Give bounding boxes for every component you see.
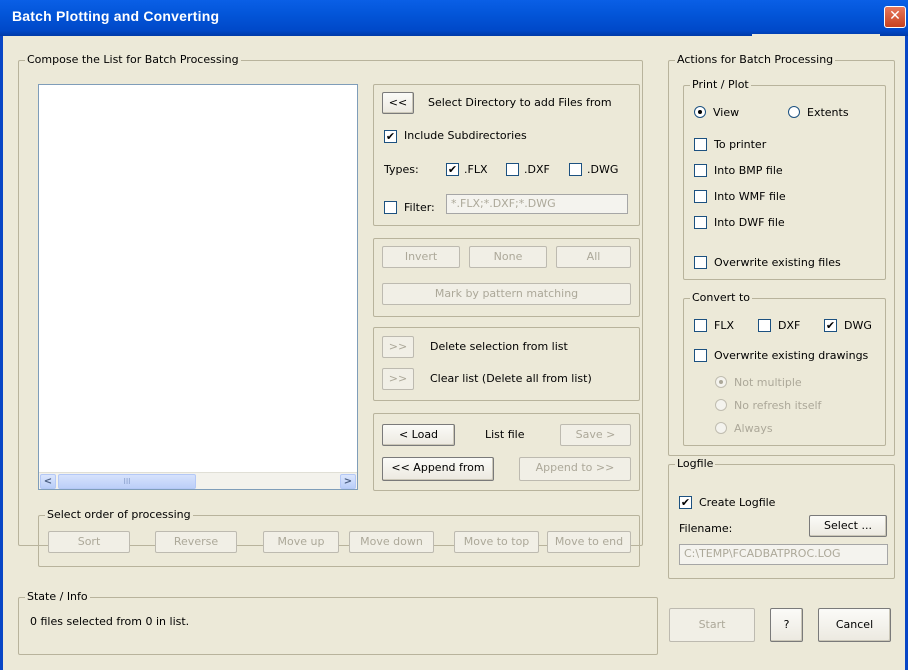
not-multiple-radio[interactable] [715, 376, 727, 388]
select-directory-label: Select Directory to add Files from [428, 96, 612, 109]
to-printer-checkbox[interactable] [694, 138, 707, 151]
filter-input[interactable]: *.FLX;*.DXF;*.DWG [446, 194, 628, 214]
move-down-button[interactable]: Move down [349, 531, 434, 553]
title-bar: Batch Plotting and Converting ✕ [0, 0, 908, 36]
view-label: View [713, 106, 740, 119]
clear-list-label: Clear list (Delete all from list) [430, 372, 592, 385]
filter-label: Filter: [404, 201, 435, 214]
print-plot-legend: Print / Plot [690, 78, 751, 91]
type-flx-label: .FLX [464, 163, 488, 176]
filename-label: Filename: [679, 522, 733, 535]
include-subdirs-label: Include Subdirectories [404, 129, 527, 142]
convert-dwg-label: DWG [844, 319, 872, 332]
types-label: Types: [384, 163, 419, 176]
scroll-thumb[interactable]: III [58, 474, 196, 489]
move-to-top-button[interactable]: Move to top [454, 531, 539, 553]
create-logfile-label: Create Logfile [699, 496, 776, 509]
overwrite-drawings-checkbox[interactable] [694, 349, 707, 362]
into-dwf-checkbox[interactable] [694, 216, 707, 229]
select-logfile-button[interactable]: Select ... [809, 515, 887, 537]
type-dwg-label: .DWG [587, 163, 619, 176]
file-listbox[interactable]: < III > [38, 84, 358, 490]
save-button[interactable]: Save > [560, 424, 631, 446]
convert-flx-checkbox[interactable] [694, 319, 707, 332]
to-printer-label: To printer [714, 138, 767, 151]
extents-label: Extents [807, 106, 849, 119]
convert-flx-label: FLX [714, 319, 734, 332]
append-from-button[interactable]: << Append from [382, 457, 494, 481]
into-dwf-label: Into DWF file [714, 216, 785, 229]
into-wmf-label: Into WMF file [714, 190, 786, 203]
convert-dxf-label: DXF [778, 319, 801, 332]
not-multiple-label: Not multiple [734, 376, 802, 389]
reverse-button[interactable]: Reverse [155, 531, 237, 553]
compose-legend: Compose the List for Batch Processing [25, 53, 241, 66]
always-label: Always [734, 422, 773, 435]
clear-list-button[interactable]: >> [382, 368, 414, 390]
no-refresh-radio[interactable] [715, 399, 727, 411]
move-to-end-button[interactable]: Move to end [547, 531, 631, 553]
overwrite-files-checkbox[interactable] [694, 256, 707, 269]
delete-selection-button[interactable]: >> [382, 336, 414, 358]
no-refresh-label: No refresh itself [734, 399, 822, 412]
type-flx-checkbox[interactable]: ✔ [446, 163, 459, 176]
view-radio[interactable] [694, 106, 706, 118]
select-directory-button[interactable]: << [382, 92, 414, 114]
delete-selection-label: Delete selection from list [430, 340, 568, 353]
dialog-client: Compose the List for Batch Processing < … [0, 36, 908, 670]
filter-checkbox[interactable] [384, 201, 397, 214]
extents-radio[interactable] [788, 106, 800, 118]
logfile-legend: Logfile [675, 457, 716, 470]
invert-button[interactable]: Invert [382, 246, 460, 268]
into-bmp-checkbox[interactable] [694, 164, 707, 177]
overwrite-drawings-label: Overwrite existing drawings [714, 349, 869, 362]
type-dwg-checkbox[interactable] [569, 163, 582, 176]
window-title: Batch Plotting and Converting [12, 8, 220, 24]
convert-dwg-checkbox[interactable]: ✔ [824, 319, 837, 332]
list-hscrollbar[interactable]: < III > [39, 472, 357, 489]
help-button[interactable]: ? [770, 608, 803, 642]
list-file-label: List file [485, 428, 525, 441]
scroll-right-icon[interactable]: > [340, 474, 356, 489]
load-button[interactable]: < Load [382, 424, 455, 446]
type-dxf-label: .DXF [524, 163, 550, 176]
actions-legend: Actions for Batch Processing [675, 53, 836, 66]
into-wmf-checkbox[interactable] [694, 190, 707, 203]
state-info-legend: State / Info [25, 590, 90, 603]
overwrite-files-label: Overwrite existing files [714, 256, 841, 269]
into-bmp-label: Into BMP file [714, 164, 783, 177]
order-legend: Select order of processing [45, 508, 193, 521]
cancel-button[interactable]: Cancel [818, 608, 891, 642]
status-message: 0 files selected from 0 in list. [30, 615, 190, 628]
start-button[interactable]: Start [669, 608, 755, 642]
none-button[interactable]: None [469, 246, 547, 268]
all-button[interactable]: All [556, 246, 631, 268]
close-button[interactable]: ✕ [884, 6, 906, 28]
create-logfile-checkbox[interactable]: ✔ [679, 496, 692, 509]
convert-dxf-checkbox[interactable] [758, 319, 771, 332]
include-subdirs-checkbox[interactable]: ✔ [384, 130, 397, 143]
always-radio[interactable] [715, 422, 727, 434]
convert-to-legend: Convert to [690, 291, 753, 304]
sort-button[interactable]: Sort [48, 531, 130, 553]
type-dxf-checkbox[interactable] [506, 163, 519, 176]
move-up-button[interactable]: Move up [263, 531, 339, 553]
append-to-button[interactable]: Append to >> [519, 457, 631, 481]
scroll-left-icon[interactable]: < [40, 474, 56, 489]
logfile-path-input[interactable]: C:\TEMP\FCADBATPROC.LOG [679, 544, 888, 565]
mark-by-pattern-button[interactable]: Mark by pattern matching [382, 283, 631, 305]
